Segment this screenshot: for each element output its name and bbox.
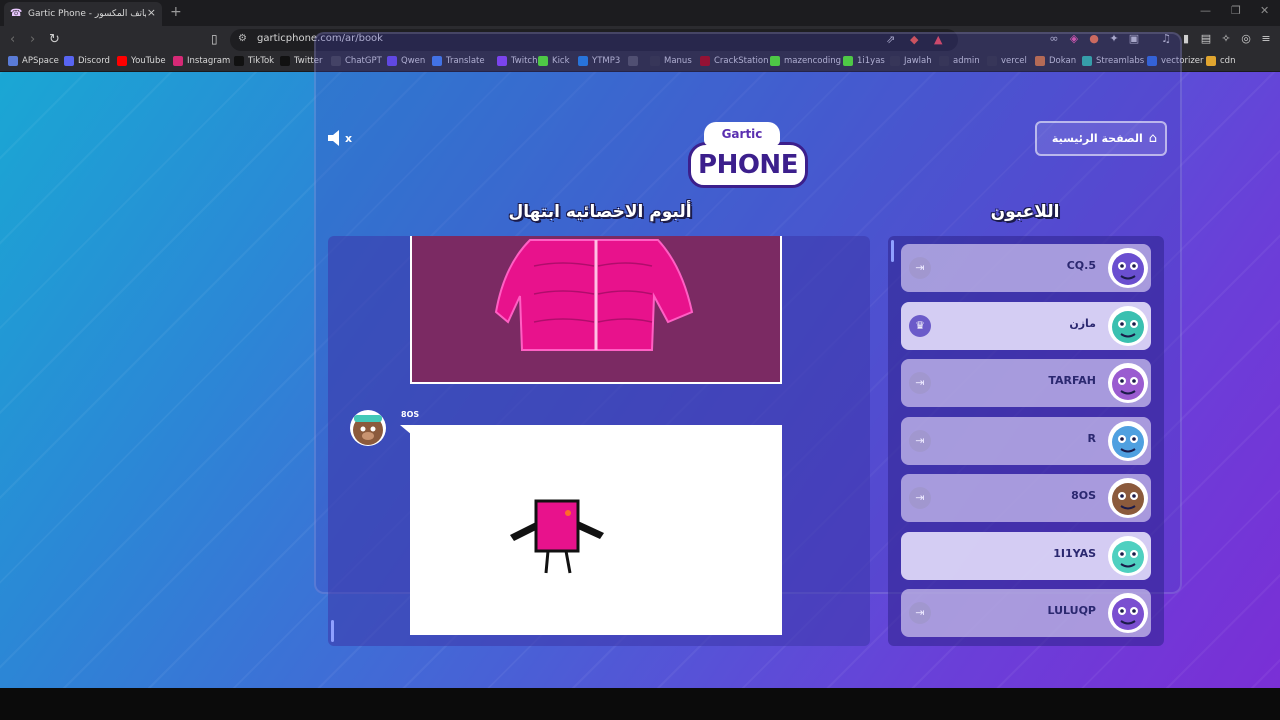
player-name: TARFAH [1048,374,1096,387]
bookmark-label: cdn [1220,56,1236,66]
entry-author-name: 8OS [401,410,420,419]
bookmark-label: APSpace [22,56,59,66]
bookmark-label: TikTok [248,56,275,66]
exit-icon[interactable]: ⇥ [909,602,931,624]
mute-button[interactable]: x [326,128,356,148]
taskbar-strip [0,688,1280,720]
players-scrollbar[interactable] [891,240,894,262]
player-row[interactable]: ⇥ 8OS [901,474,1151,522]
player-name: مازن [1069,316,1096,330]
tab-title: Gartic Phone - لعبة الهاتف المكسور [28,9,146,19]
exit-icon[interactable]: ⇥ [909,372,931,394]
player-avatar-icon [1108,305,1148,346]
character-drawing [410,425,782,635]
exit-icon[interactable]: ⇥ [909,429,931,452]
bookmark-label: YouTube [131,56,166,66]
bear-avatar-icon [350,410,386,446]
home-icon: ⌂ [1148,131,1157,146]
player-row[interactable]: ⇥ TARFAH [901,359,1151,407]
jacket-drawing [410,236,782,384]
player-name: R [1087,431,1096,445]
bookmark-favicon-icon [234,56,244,66]
player-row[interactable]: ⇥ LULUQP [901,589,1151,637]
vpn-icon[interactable]: ◎ [1240,33,1252,45]
player-avatar-icon [1108,478,1148,518]
album-title: ألبوم الاخصائيه ابتهال [508,202,692,222]
menu-icon[interactable]: ≡ [1260,33,1272,45]
home-button-label: الصفحة الرئيسية [1051,132,1143,145]
exit-icon[interactable]: ⇥ [909,257,931,279]
bookmark-favicon-icon [1206,56,1216,66]
bookmark-favicon-icon [8,56,18,66]
player-avatar-icon [1108,535,1148,576]
author-avatar [349,409,387,447]
tab-strip: ☎ Gartic Phone - لعبة الهاتف المكسور × +… [0,0,1280,26]
album-scrollbar[interactable] [331,620,334,642]
bookmark-item[interactable]: TikTok [234,56,274,66]
crown-icon[interactable]: ♛ [909,314,931,337]
bookmark-label: Discord [78,56,110,66]
player-row[interactable]: ⇥ R [901,416,1151,465]
player-name: CQ.5 [1066,259,1096,272]
ai-icon[interactable]: ✧ [1220,33,1232,45]
player-name: LULUQP [1047,604,1096,617]
player-avatar-icon [1108,248,1148,288]
players-list[interactable]: ⇥ CQ.5 ♛ مازن ⇥ TARFAH ⇥ R ⇥ 8OS 1I1YAS ⇥ LULUQP [888,236,1164,646]
site-info-icon[interactable]: ⚙ [238,33,247,44]
bookmark-item[interactable]: YouTube [117,56,166,66]
player-name: 8OS [1071,489,1096,502]
speaker-muted-icon: x [328,130,352,146]
bookmark-item[interactable]: APSpace [8,56,59,66]
exit-icon[interactable]: ⇥ [909,487,931,509]
minimize-icon[interactable]: — [1200,4,1211,17]
home-button[interactable]: الصفحة الرئيسية ⌂ [1035,121,1167,156]
gartic-favicon-icon: ☎ [10,8,23,19]
svg-text:x: x [345,132,352,145]
bookmark-item[interactable]: Discord [64,56,110,66]
bookmark-favicon-icon [117,56,127,66]
gartic-phone-logo: PHONE Gartic [688,122,808,194]
bookmark-icon[interactable]: ▯ [211,32,218,46]
player-row[interactable]: ♛ مازن [901,301,1151,350]
wallet-icon[interactable]: ▤ [1200,33,1212,45]
bookmark-label: Instagram [187,56,231,66]
players-title: اللاعبون [990,202,1060,222]
bookmark-favicon-icon [280,56,290,66]
player-avatar-icon [1108,363,1148,403]
back-icon[interactable]: ‹ [10,32,15,48]
bookmark-item[interactable]: Instagram [173,56,230,66]
player-avatar-icon [1108,593,1148,633]
bookmark-favicon-icon [64,56,74,66]
tab-close-icon[interactable]: × [147,6,156,20]
player-avatar-icon [1108,420,1148,461]
reload-icon[interactable]: ↻ [49,32,60,48]
album-feed[interactable]: 8OS [328,236,870,646]
player-row[interactable]: 1I1YAS [901,531,1151,580]
player-row[interactable]: ⇥ CQ.5 [901,244,1151,292]
new-tab-icon[interactable]: + [170,4,182,20]
player-name: 1I1YAS [1053,546,1096,560]
maximize-icon[interactable]: ❐ [1231,4,1241,17]
forward-icon[interactable]: › [30,32,35,48]
browser-tab[interactable]: ☎ Gartic Phone - لعبة الهاتف المكسور × [4,2,162,26]
bookmark-favicon-icon [173,56,183,66]
bookmark-item[interactable]: cdn [1206,56,1235,66]
close-window-icon[interactable]: ✕ [1260,4,1269,17]
